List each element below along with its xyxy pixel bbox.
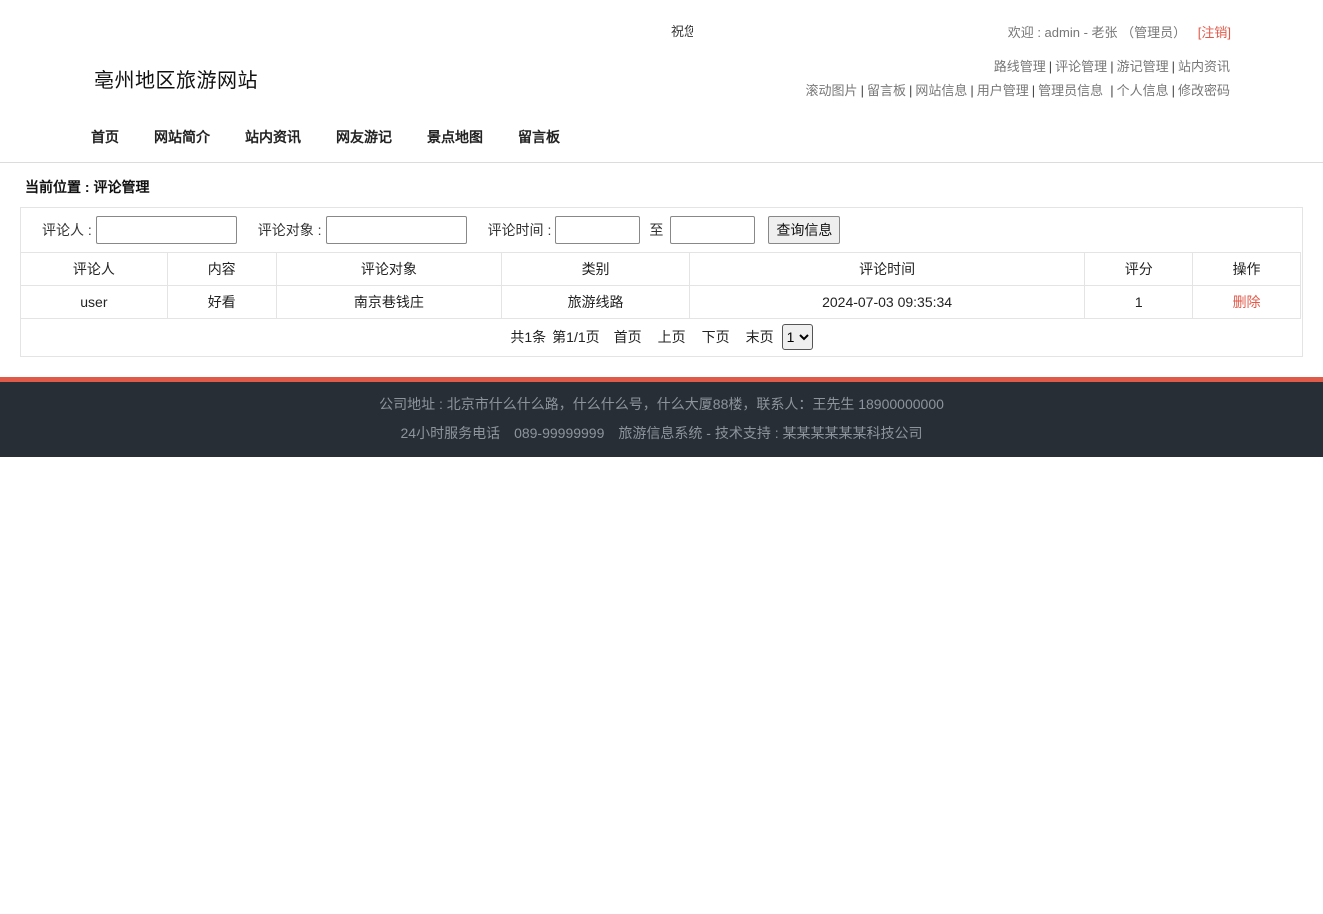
column-header-category: 类别 <box>501 252 690 286</box>
cell-target: 南京巷钱庄 <box>275 285 503 319</box>
to-label: 至 <box>649 222 664 238</box>
cell-commenter: user <box>20 285 168 319</box>
search-bar: 评论人 : 评论对象 : 评论时间 : 至 查询信息 <box>42 216 841 244</box>
header-divider <box>0 162 1323 163</box>
time-to-input[interactable] <box>670 216 756 244</box>
admin-link-change-password[interactable]: 修改密码 <box>1178 83 1230 98</box>
site-title: 亳州地区旅游网站 <box>94 70 258 92</box>
separator: | <box>860 83 864 98</box>
comment-panel: 评论人 : 评论对象 : 评论时间 : 至 查询信息 评论人 内容 评论对象 类… <box>20 207 1303 357</box>
separator: | <box>1048 59 1053 74</box>
admin-link-site-info[interactable]: 网站信息 <box>915 83 967 98</box>
time-from-input[interactable] <box>555 216 641 244</box>
separator: | <box>1031 83 1036 98</box>
column-header-content: 内容 <box>166 252 277 286</box>
pager-last[interactable]: 末页 <box>746 327 774 347</box>
pager-prev[interactable]: 上页 <box>658 327 686 347</box>
admin-link-site-news[interactable]: 站内资讯 <box>1178 59 1230 74</box>
commenter-label: 评论人 : <box>42 222 92 238</box>
nav-item-home[interactable]: 首页 <box>91 127 119 147</box>
admin-link-personal-info[interactable]: 个人信息 <box>1117 83 1169 98</box>
search-button[interactable]: 查询信息 <box>768 216 841 244</box>
main-nav: 首页 网站简介 站内资讯 网友游记 景点地图 留言板 <box>91 127 595 147</box>
table-header-row: 评论人 内容 评论对象 类别 评论时间 评分 操作 <box>20 252 1301 286</box>
footer-address: 公司地址 : 北京市什么什么路，什么什么号，什么大厦88楼，联系人：王先生 18… <box>379 396 944 412</box>
pager-next[interactable]: 下页 <box>702 327 730 347</box>
admin-link-travelogue-manage[interactable]: 游记管理 <box>1117 59 1169 74</box>
column-header-time: 评论时间 <box>688 252 1086 286</box>
cell-content: 好看 <box>166 285 277 319</box>
welcome-bar: 欢迎 : admin - 老张 （管理员） [注销] <box>1008 22 1231 41</box>
pager-total: 共1条 <box>510 329 547 345</box>
nav-item-message-board[interactable]: 留言板 <box>518 127 560 147</box>
target-input[interactable] <box>325 216 467 244</box>
footer-contact: 24小时服务电话 089-99999999 旅游信息系统 - 技术支持 : 某某… <box>400 425 923 441</box>
nav-item-news[interactable]: 站内资讯 <box>245 127 301 147</box>
pagination: 共1条 第1/1页 首页 上页 下页 末页 1 <box>21 324 1302 350</box>
commenter-input[interactable] <box>95 216 237 244</box>
footer: 公司地址 : 北京市什么什么路，什么什么号，什么大厦88楼，联系人：王先生 18… <box>0 382 1323 457</box>
pager-page-indicator: 第1/1页 <box>552 329 600 345</box>
cell-score: 1 <box>1084 285 1194 319</box>
pager-first[interactable]: 首页 <box>614 327 642 347</box>
time-label: 评论时间 : <box>487 222 552 238</box>
target-label: 评论对象 : <box>257 222 322 238</box>
welcome-text: 欢迎 : admin - 老张 （管理员） <box>1007 25 1187 40</box>
column-header-score: 评分 <box>1084 252 1194 286</box>
nav-item-travelogues[interactable]: 网友游记 <box>336 127 392 147</box>
page-select[interactable]: 1 <box>781 324 813 350</box>
cell-time: 2024-07-03 09:35:34 <box>688 285 1086 319</box>
logout-link[interactable]: [注销] <box>1198 25 1231 40</box>
admin-link-message-board[interactable]: 留言板 <box>867 83 906 98</box>
admin-link-comment-manage[interactable]: 评论管理 <box>1055 59 1107 74</box>
column-header-commenter: 评论人 <box>20 252 168 286</box>
separator: | <box>970 83 974 98</box>
admin-link-route-manage[interactable]: 路线管理 <box>994 59 1046 74</box>
admin-links-row2: 滚动图片 | 留言板 | 网站信息 | 用户管理 | 管理员信息 | 个人信息 | 修改密码 <box>806 80 1230 99</box>
column-header-target: 评论对象 <box>275 252 503 286</box>
cell-category: 旅游线路 <box>501 285 690 319</box>
separator: | <box>1110 59 1114 74</box>
breadcrumb: 当前位置 : 评论管理 <box>25 179 150 195</box>
nav-item-about[interactable]: 网站简介 <box>154 127 210 147</box>
nav-item-scenic-map[interactable]: 景点地图 <box>427 127 483 147</box>
column-header-action: 操作 <box>1192 252 1301 286</box>
marquee-text: 祝您 <box>671 24 693 39</box>
separator: | <box>908 83 913 98</box>
admin-link-user-manage[interactable]: 用户管理 <box>977 83 1029 98</box>
separator: | <box>1110 83 1114 98</box>
admin-links-row1: 路线管理 | 评论管理 | 游记管理 | 站内资讯 <box>994 56 1230 75</box>
delete-link[interactable]: 删除 <box>1192 285 1301 319</box>
admin-link-admin-info[interactable]: 管理员信息 <box>1038 83 1103 98</box>
admin-link-scroll-images[interactable]: 滚动图片 <box>806 83 858 98</box>
separator: | <box>1171 83 1175 98</box>
comment-table: 评论人 内容 评论对象 类别 评论时间 评分 操作 user 好看 南京巷钱庄 … <box>20 252 1301 319</box>
table-row: user 好看 南京巷钱庄 旅游线路 2024-07-03 09:35:34 1… <box>20 285 1301 319</box>
separator: | <box>1171 59 1175 74</box>
